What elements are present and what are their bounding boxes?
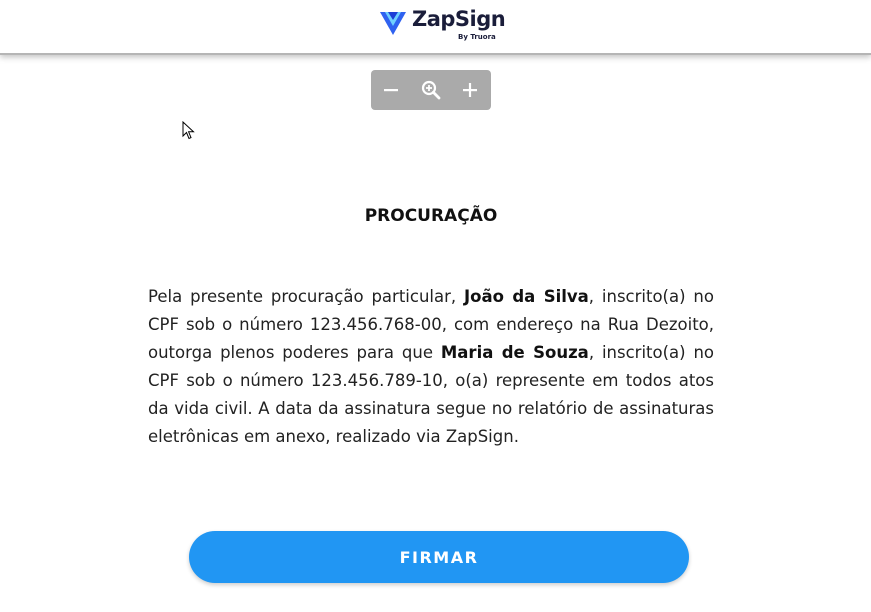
minus-icon: [384, 89, 398, 92]
top-header: ZapSign By Truora: [0, 0, 871, 55]
mouse-cursor-icon: [182, 121, 195, 140]
document-body: Pela presente procuração particular, Joã…: [148, 283, 714, 451]
grantee-name: Maria de Souza: [440, 343, 589, 362]
brand-name: ZapSign: [412, 7, 506, 31]
zoom-reset-button[interactable]: [419, 78, 443, 102]
zapsign-logo-icon: [380, 12, 406, 35]
document-viewer-page: ZapSign By Truora PROCURAÇÃO Pela presen…: [0, 0, 871, 612]
zoom-toolbar: [371, 70, 491, 110]
document-title: PROCURAÇÃO: [364, 206, 498, 226]
zoom-magnifier-icon: [421, 80, 441, 100]
zoom-in-button[interactable]: [458, 78, 482, 102]
brand-byline: By Truora: [458, 33, 496, 41]
zoom-out-button[interactable]: [379, 78, 403, 102]
grantor-name: João da Silva: [464, 287, 589, 306]
zapsign-logo: ZapSign By Truora: [379, 7, 506, 44]
body-text-1: Pela presente procuração particular,: [148, 287, 465, 306]
sign-button[interactable]: FIRMAR: [189, 531, 689, 583]
plus-icon: [463, 83, 477, 97]
